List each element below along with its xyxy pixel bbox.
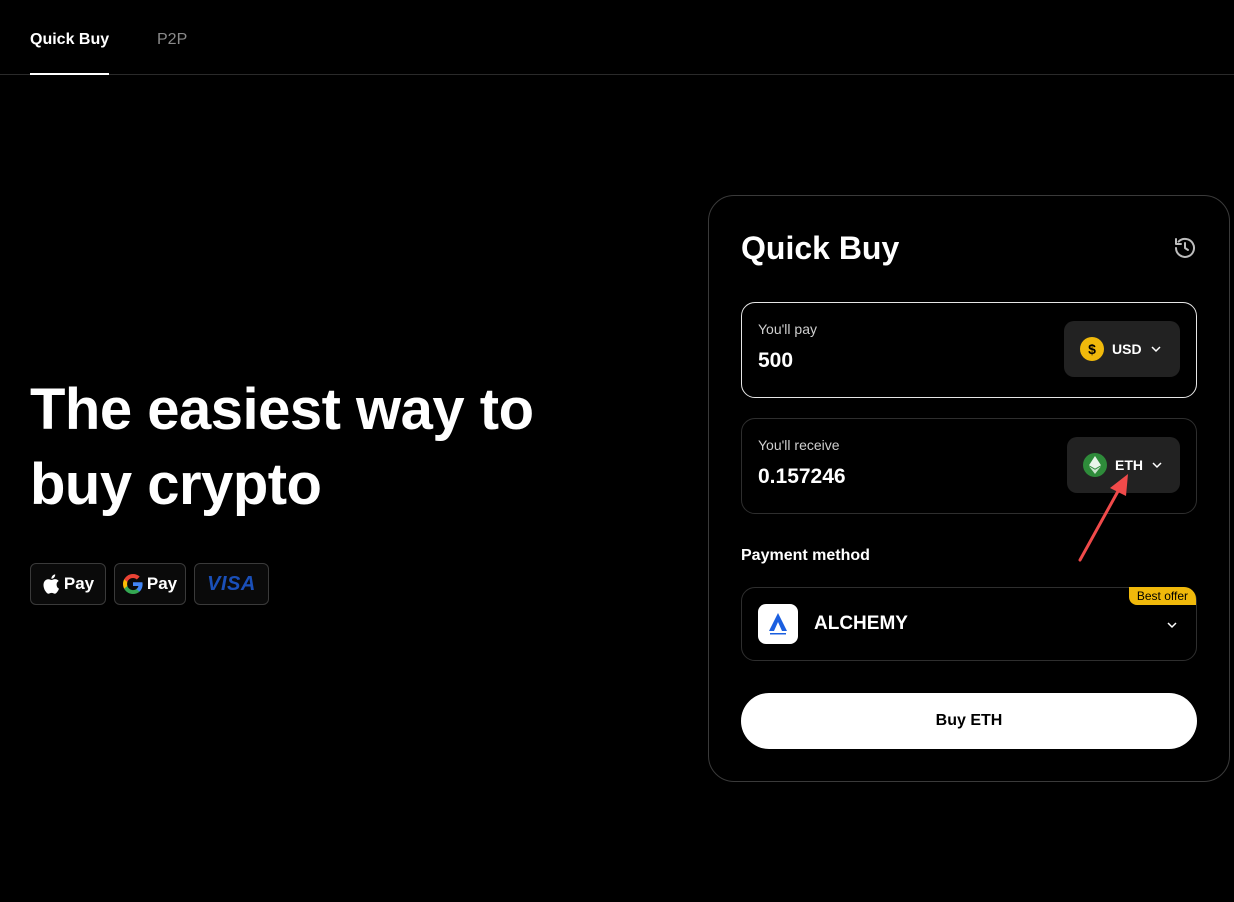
- pay-currency-label: USD: [1112, 341, 1142, 357]
- payment-badges: Pay Pay VISA: [30, 563, 269, 605]
- pay-currency-select[interactable]: $ USD: [1064, 321, 1180, 377]
- chevron-down-icon: [1152, 462, 1162, 469]
- google-pay-badge: Pay: [114, 563, 186, 605]
- pay-amount-input[interactable]: [758, 349, 1038, 373]
- card-title: Quick Buy: [741, 230, 900, 266]
- apple-icon: [43, 574, 59, 594]
- visa-logo: VISA: [207, 572, 256, 595]
- chevron-down-icon: [1167, 622, 1177, 629]
- quick-buy-card: Quick Buy You'll pay $ USD You'll receiv…: [708, 195, 1230, 782]
- history-icon[interactable]: [1173, 236, 1197, 260]
- usd-coin-icon: $: [1080, 337, 1104, 361]
- hero-title-line1: The easiest way to: [30, 377, 534, 442]
- visa-badge: VISA: [194, 563, 269, 605]
- chevron-down-icon: [1151, 346, 1161, 353]
- receive-label: You'll receive: [758, 437, 840, 453]
- apple-pay-badge: Pay: [30, 563, 106, 605]
- hero-title: The easiest way to buy crypto: [30, 372, 650, 522]
- hero-title-line2: buy crypto: [30, 452, 322, 517]
- top-nav: Quick Buy P2P: [0, 0, 1234, 75]
- receive-amount: 0.157246: [758, 465, 846, 488]
- alchemy-logo-icon: [758, 604, 798, 644]
- receive-currency-label: ETH: [1115, 457, 1143, 473]
- google-pay-label: Pay: [146, 574, 178, 593]
- payment-provider-name: ALCHEMY: [814, 613, 908, 634]
- pay-label: You'll pay: [758, 321, 817, 337]
- tab-quick-buy[interactable]: Quick Buy: [30, 31, 110, 75]
- google-icon: [122, 574, 143, 594]
- tab-p2p[interactable]: P2P: [157, 31, 187, 49]
- payment-method-select[interactable]: ALCHEMY Best offer: [741, 587, 1197, 661]
- pay-field: You'll pay $ USD: [741, 302, 1197, 398]
- apple-pay-label: Pay: [63, 574, 95, 593]
- buy-button[interactable]: Buy ETH: [741, 693, 1197, 749]
- payment-method-label: Payment method: [741, 547, 870, 564]
- annotation-arrow-icon: [1078, 474, 1128, 562]
- best-offer-badge: Best offer: [1128, 587, 1196, 605]
